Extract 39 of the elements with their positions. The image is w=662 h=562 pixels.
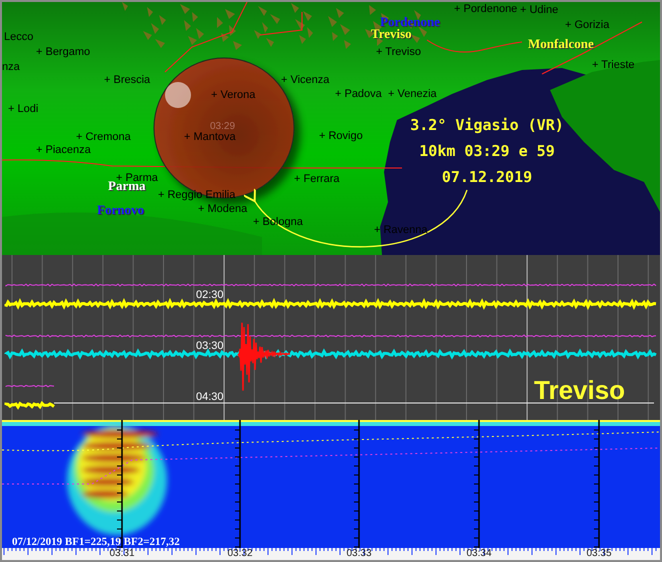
axis-tick-label: 03:31 <box>109 548 135 560</box>
region-label: Monfalcone <box>528 36 594 51</box>
city-label: + Mantova <box>184 131 236 144</box>
time-label: 02:30 <box>196 289 224 302</box>
city-label: + Udine <box>520 4 558 17</box>
region-label: Fornovo <box>97 202 144 217</box>
city-label: + Gorizia <box>565 19 610 32</box>
city-label: + Trieste <box>592 59 634 72</box>
city-label: + Piacenza <box>36 144 91 157</box>
region-label: Pordenone <box>380 14 440 29</box>
city-label: + Pordenone <box>454 3 518 16</box>
city-label: + Ravenna <box>374 224 428 237</box>
spectrogram-caption: 07/12/2019 BF1=225,19 BF2=217,32 <box>12 536 180 549</box>
city-label: + Vicenza <box>281 74 330 87</box>
event-text: 3.2° Vigasio (VR) <box>410 115 564 135</box>
axis-tick-label: 03:35 <box>586 548 612 560</box>
axis-tick-label: 03:33 <box>346 548 372 560</box>
city-label: + Lodi <box>8 103 38 116</box>
station-label: Treviso <box>534 375 626 405</box>
city-label: Lecco <box>4 31 34 44</box>
city-label: + Modena <box>198 203 248 216</box>
time-label: 03:30 <box>196 340 224 353</box>
city-label: + Padova <box>335 88 382 101</box>
city-label: + Rovigo <box>319 130 363 143</box>
epicenter-time: 03:29 <box>210 121 236 132</box>
axis-tick-label: 03:32 <box>227 548 253 560</box>
region-label: Treviso <box>371 26 412 41</box>
city-label: + Brescia <box>104 74 150 87</box>
event-text: 10km 03:29 e 59 <box>419 141 555 161</box>
city-label: + Treviso <box>376 46 421 59</box>
city-label: + Ferrara <box>294 173 340 186</box>
city-label: + Venezia <box>388 88 437 101</box>
city-label: + Bergamo <box>36 46 90 59</box>
axis-tick-label: 03:34 <box>466 548 492 560</box>
time-label: 04:30 <box>196 391 224 404</box>
city-label: + Verona <box>211 89 256 102</box>
event-text: 07.12.2019 <box>442 167 532 187</box>
city-label: + Cremona <box>76 131 131 144</box>
city-label: nza <box>2 61 20 74</box>
